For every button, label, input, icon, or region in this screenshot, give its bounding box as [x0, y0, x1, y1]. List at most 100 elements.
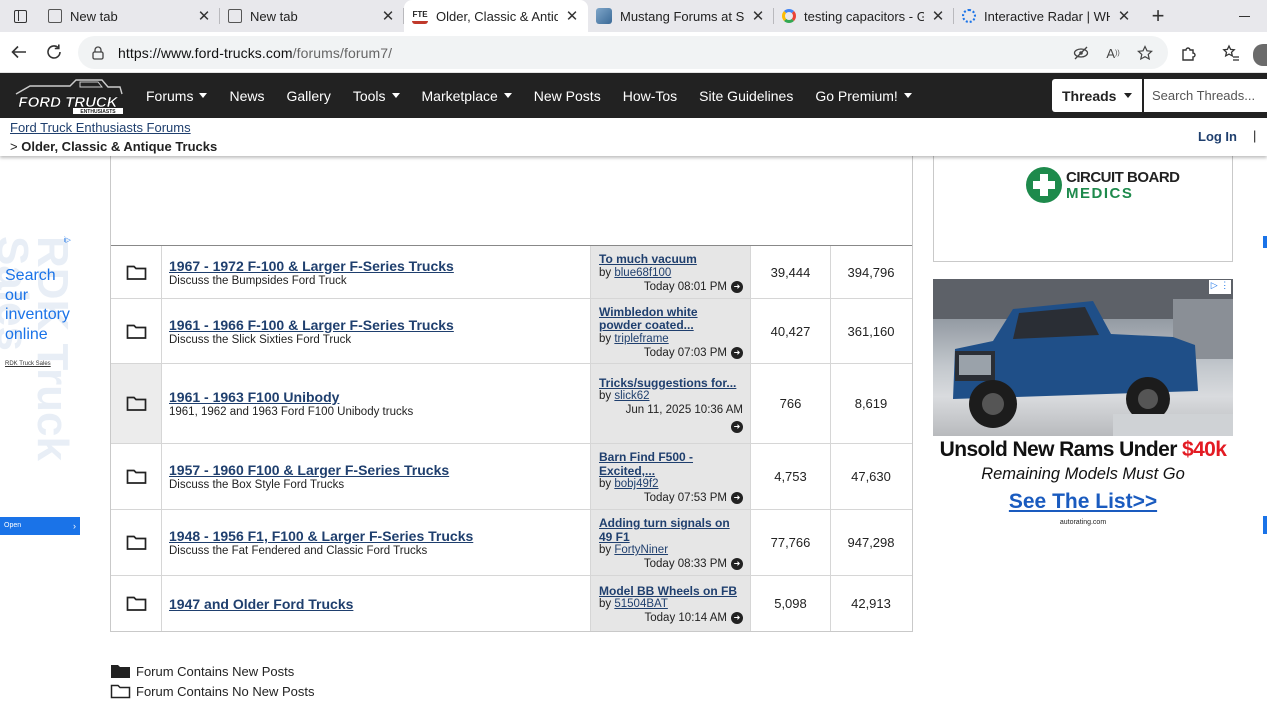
browser-tab[interactable]: New tab ✕	[40, 0, 220, 32]
forum-title-link[interactable]: 1961 - 1966 F-100 & Larger F-Series Truc…	[169, 317, 590, 333]
ad-headline[interactable]: Search our inventory online	[5, 266, 79, 344]
forum-title-link[interactable]: 1947 and Older Ford Trucks	[169, 596, 590, 612]
last-post-title-link[interactable]: Model BB Wheels on FB	[599, 584, 743, 599]
browser-tab-strip: New tab ✕ New tab ✕ FTE Older, Classic &…	[0, 0, 1267, 32]
close-tab-icon[interactable]: ✕	[196, 7, 212, 25]
legend-new-posts-label: Forum Contains New Posts	[136, 663, 295, 679]
last-post-user-link[interactable]: slick62	[614, 390, 649, 402]
forum-description: Discuss the Slick Sixties Ford Truck	[169, 333, 352, 346]
last-post-user-link[interactable]: FortyNiner	[614, 544, 668, 556]
minimize-window-button[interactable]	[1221, 0, 1267, 32]
forum-post-count: 42,913	[851, 596, 891, 611]
browser-tab[interactable]: Mustang Forums at StangNet ✕	[588, 0, 774, 32]
forum-title-cell: 1948 - 1956 F1, F100 & Larger F-Series T…	[162, 510, 591, 575]
forum-title-link[interactable]: 1948 - 1956 F1, F100 & Larger F-Series T…	[169, 528, 590, 544]
back-arrow-icon	[11, 45, 26, 59]
last-post-title-link[interactable]: Adding turn signals on 49 F1	[599, 516, 743, 544]
last-post-title-link[interactable]: Wimbledon white powder coated...	[599, 305, 743, 333]
last-post-user-link[interactable]: blue68f100	[614, 267, 671, 279]
reload-button[interactable]	[37, 35, 71, 69]
forum-title-cell: 1961 - 1963 F100 Unibody 1961, 1962 and …	[162, 364, 591, 443]
profile-avatar[interactable]	[1253, 44, 1267, 66]
browser-tab[interactable]: testing capacitors - Google Search ✕	[774, 0, 954, 32]
go-to-last-post-icon[interactable]: ➜	[731, 421, 743, 434]
tracking-prevention-icon[interactable]	[1072, 44, 1090, 62]
last-post-user-link[interactable]: tripleframe	[614, 333, 668, 345]
url-path: /forums/forum7/	[292, 44, 393, 61]
nav-item-tools[interactable]: Tools	[342, 88, 411, 104]
browser-tab[interactable]: New tab ✕	[220, 0, 404, 32]
ram-ad-source: autorating.com	[1059, 519, 1107, 526]
nav-item-new-posts[interactable]: New Posts	[523, 88, 612, 104]
url-text: https://www.ford-trucks.com/forums/forum…	[118, 45, 392, 61]
nav-item-site-guidelines[interactable]: Site Guidelines	[688, 88, 804, 104]
circuit-board-medics-ad[interactable]: CIRCUIT BOARD MEDICS	[933, 156, 1233, 262]
breadcrumb-home-link[interactable]: Ford Truck Enthusiasts Forums	[10, 120, 191, 135]
last-post-title-link[interactable]: To much vacuum	[599, 253, 743, 267]
go-to-last-post-icon[interactable]: ➜	[731, 346, 743, 359]
go-to-last-post-icon[interactable]: ➜	[731, 612, 743, 625]
favorite-star-icon[interactable]	[1136, 44, 1154, 62]
browser-tab[interactable]: Interactive Radar | WHIO ✕	[954, 0, 1140, 32]
last-post-date-text: Today 07:03 PM	[643, 346, 727, 359]
site-info-icon[interactable]	[90, 45, 106, 61]
last-post-title-link[interactable]: Tricks/suggestions for...	[599, 376, 743, 391]
extensions-button[interactable]	[1172, 36, 1206, 70]
last-post-author: by tripleframe	[599, 333, 743, 346]
forum-title-link[interactable]: 1957 - 1960 F100 & Larger F-Series Truck…	[169, 462, 590, 478]
folder-outline-icon	[126, 324, 146, 339]
go-to-last-post-icon[interactable]: ➜	[731, 492, 743, 504]
forum-description: Discuss the Bumpsides Ford Truck	[169, 274, 347, 287]
nav-item-go-premium[interactable]: Go Premium!	[804, 88, 922, 104]
close-tab-icon[interactable]: ✕	[380, 7, 396, 25]
last-post-author: by slick62	[599, 390, 743, 403]
login-link[interactable]: Log In	[1198, 129, 1237, 144]
forum-status-cell	[111, 576, 162, 631]
legend-new-posts: Forum Contains New Posts	[110, 663, 294, 679]
adchoices-icon[interactable]: ▷ ⋮	[1209, 280, 1231, 294]
browser-tab-active[interactable]: FTE Older, Classic & Antique Trucks ✕	[404, 0, 588, 32]
address-bar[interactable]: https://www.ford-trucks.com/forums/forum…	[78, 36, 1168, 69]
close-tab-icon[interactable]: ✕	[930, 7, 946, 25]
folder-outline-icon	[126, 396, 146, 411]
reload-icon	[47, 44, 61, 59]
forum-title-link[interactable]: 1967 - 1972 F-100 & Larger F-Series Truc…	[169, 258, 590, 274]
forum-status-cell	[111, 444, 162, 509]
go-to-last-post-icon[interactable]: ➜	[731, 558, 743, 570]
favorites-button[interactable]	[1214, 36, 1248, 70]
last-post-date: Jun 11, 2025 10:36 AM ➜	[599, 403, 743, 434]
nav-item-news[interactable]: News	[218, 88, 275, 104]
ad-sponsor[interactable]: RDK Truck Sales	[5, 361, 51, 367]
read-aloud-icon[interactable]: A))	[1104, 44, 1122, 62]
ram-ad-price: $40k	[1182, 438, 1227, 461]
ad-open-button[interactable]: Open ›	[0, 517, 80, 535]
back-button[interactable]	[2, 35, 36, 69]
ram-ad-cta-link[interactable]: See The List>>	[933, 490, 1233, 514]
search-scope-label: Threads	[1062, 87, 1117, 104]
search-scope-select[interactable]: Threads	[1052, 79, 1142, 112]
close-tab-icon[interactable]: ✕	[564, 7, 580, 25]
site-logo[interactable]: FORD TRUCK ENTHUSIASTS	[10, 77, 126, 115]
forum-thread-count: 766	[751, 364, 831, 443]
stangnet-icon	[596, 8, 612, 24]
nav-item-marketplace[interactable]: Marketplace	[411, 88, 523, 104]
nav-item-gallery[interactable]: Gallery	[275, 88, 341, 104]
new-tab-button[interactable]: +	[1140, 0, 1176, 32]
forum-title-link[interactable]: 1961 - 1963 F100 Unibody	[169, 389, 590, 405]
site-search-input[interactable]	[1144, 79, 1267, 112]
puzzle-icon	[1182, 47, 1196, 61]
tab-actions-button[interactable]	[0, 0, 40, 32]
nav-item-forums[interactable]: Forums	[135, 88, 218, 104]
close-tab-icon[interactable]: ✕	[750, 7, 766, 25]
last-post-user-link[interactable]: bobj49f2	[614, 478, 658, 490]
adchoices-icon[interactable]: i▷	[64, 236, 71, 244]
last-post-user-link[interactable]: 51504BAT	[614, 598, 668, 610]
left-side-ad[interactable]: RDK Truck Sales i▷ Search our inventory …	[0, 236, 80, 535]
close-tab-icon[interactable]: ✕	[1116, 7, 1132, 25]
last-post-title-link[interactable]: Barn Find F500 - Excited,...	[599, 450, 743, 478]
go-to-last-post-icon[interactable]: ➜	[731, 280, 743, 293]
ram-truck-ad[interactable]: ▷ ⋮ Unsold New Rams Under $40k Remaining…	[933, 279, 1233, 529]
forum-post-count: 8,619	[854, 396, 888, 411]
breadcrumb-separator: >	[10, 139, 18, 154]
nav-item-how-tos[interactable]: How-Tos	[612, 88, 688, 104]
